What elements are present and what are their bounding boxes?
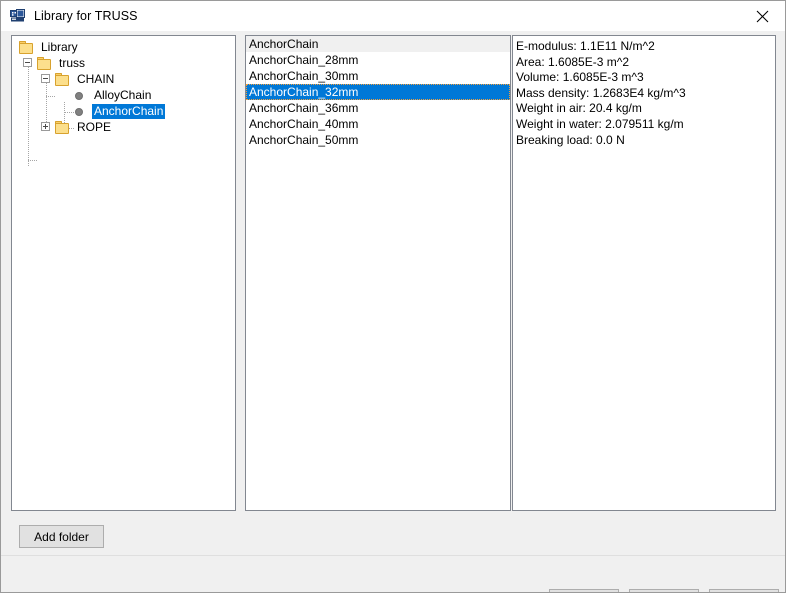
tree-collapse-icon[interactable]: [41, 74, 50, 83]
library-tree-panel[interactable]: Library truss CHAIN AlloyChain AnchorCha…: [11, 35, 236, 511]
tree-item-chain[interactable]: CHAIN: [12, 71, 235, 87]
dialog-client-area: Library truss CHAIN AlloyChain AnchorCha…: [1, 31, 785, 592]
library-window-icon: [10, 8, 26, 24]
properties-list: E-modulus: 1.1E11 N/m^2 Area: 1.6085E-3 …: [513, 36, 775, 148]
tree-item-label: truss: [59, 55, 86, 70]
list-item[interactable]: AnchorChain_40mm: [246, 116, 510, 132]
tree-expand-icon[interactable]: [41, 122, 50, 131]
property-breaking-load: Breaking load: 0.0 N: [516, 132, 625, 147]
component-list-panel[interactable]: AnchorChain AnchorChain_28mm AnchorChain…: [245, 35, 511, 511]
titlebar: Library for TRUSS: [1, 1, 785, 31]
cancel-button[interactable]: Cancel: [709, 589, 779, 592]
tree-item-anchorchain[interactable]: AnchorChain: [12, 103, 235, 119]
property-mass-density: Mass density: 1.2683E4 kg/m^3: [516, 85, 686, 100]
tree-item-alloychain[interactable]: AlloyChain: [12, 87, 235, 103]
export-button[interactable]: Export: [549, 589, 619, 592]
folder-icon: [55, 120, 70, 134]
property-weight-in-air: Weight in air: 20.4 kg/m: [516, 101, 642, 116]
tree-item-label: ROPE: [77, 119, 112, 134]
property-volume: Volume: 1.6085E-3 m^3: [516, 70, 644, 85]
tree-item-library[interactable]: Library: [12, 39, 235, 55]
node-dot-icon: [73, 89, 86, 102]
list-item[interactable]: AnchorChain_28mm: [246, 52, 510, 68]
tree-item-label: AlloyChain: [94, 87, 152, 102]
property-area: Area: 1.6085E-3 m^2: [516, 54, 630, 69]
tree-connector-line: [28, 160, 37, 161]
library-dialog-window: Library for TRUSS Library truss CHAIN Al…: [0, 0, 786, 593]
tree-collapse-icon[interactable]: [23, 58, 32, 67]
tree-item-label: AnchorChain: [92, 103, 166, 119]
footer-bar: [1, 556, 785, 592]
add-folder-button[interactable]: Add folder: [19, 525, 104, 548]
folder-icon: [55, 72, 70, 86]
list-item-selected[interactable]: AnchorChain_32mm: [246, 84, 510, 100]
tree-item-rope[interactable]: ROPE: [12, 119, 235, 135]
folder-icon: [37, 56, 52, 70]
tree-item-truss[interactable]: truss: [12, 55, 235, 71]
tree-item-label: CHAIN: [77, 71, 115, 86]
close-button[interactable]: [739, 1, 785, 31]
list-item[interactable]: AnchorChain_30mm: [246, 68, 510, 84]
library-tree[interactable]: Library truss CHAIN AlloyChain AnchorCha…: [12, 36, 235, 166]
tree-item-label: Library: [41, 39, 78, 54]
folder-icon: [19, 40, 34, 54]
property-weight-in-water: Weight in water: 2.079511 kg/m: [516, 116, 684, 131]
property-e-modulus: E-modulus: 1.1E11 N/m^2: [516, 39, 655, 53]
properties-panel: E-modulus: 1.1E11 N/m^2 Area: 1.6085E-3 …: [512, 35, 776, 511]
list-item[interactable]: AnchorChain_36mm: [246, 100, 510, 116]
list-item[interactable]: AnchorChain_50mm: [246, 132, 510, 148]
list-item[interactable]: AnchorChain: [246, 36, 510, 52]
apply-button[interactable]: Apply: [629, 589, 699, 592]
close-icon: [756, 10, 768, 22]
component-list[interactable]: AnchorChain AnchorChain_28mm AnchorChain…: [246, 36, 510, 148]
node-dot-icon: [73, 105, 86, 118]
window-title: Library for TRUSS: [34, 9, 138, 23]
